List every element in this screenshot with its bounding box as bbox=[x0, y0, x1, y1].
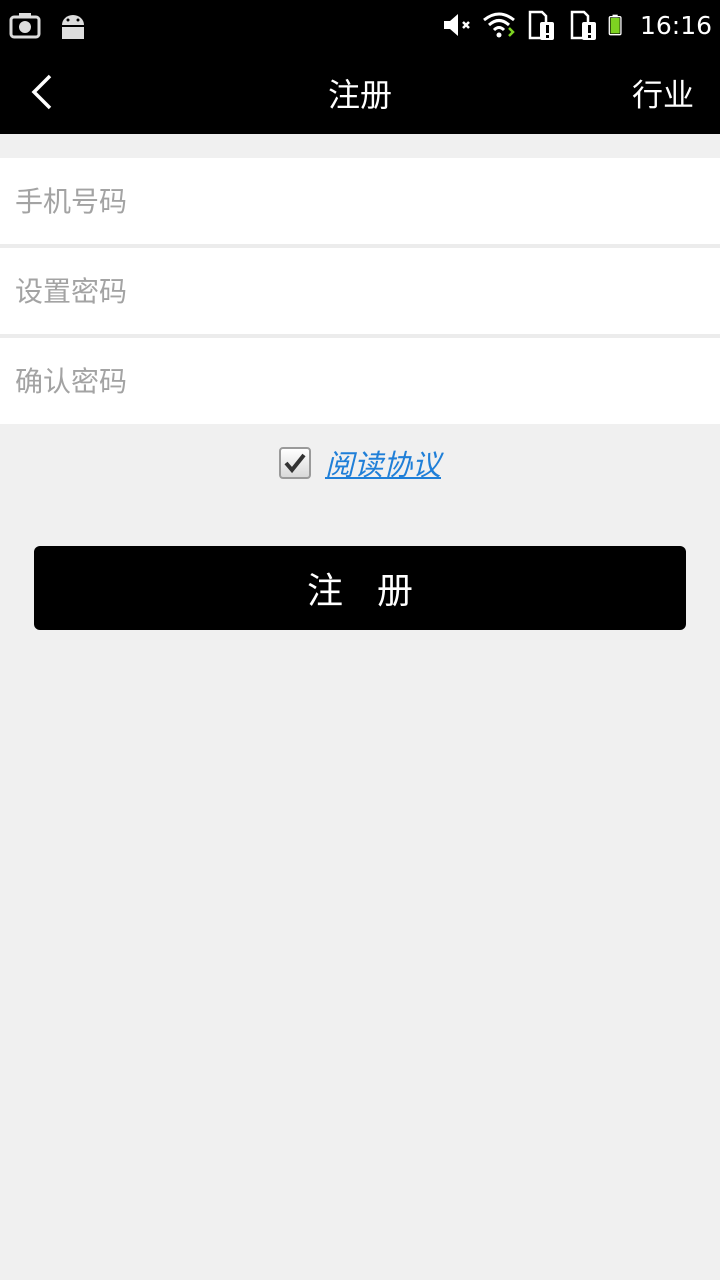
sim2-alert-icon bbox=[570, 10, 596, 40]
confirm-password-field-row bbox=[0, 338, 720, 424]
industry-button[interactable]: 行业 bbox=[632, 70, 694, 115]
title-bar: 注册 行业 bbox=[0, 50, 720, 134]
agreement-row: 阅读协议 bbox=[0, 442, 720, 484]
status-bar: 16:16 bbox=[0, 0, 720, 50]
battery-icon bbox=[608, 14, 622, 36]
register-button[interactable]: 注册 bbox=[34, 546, 686, 630]
checkmark-icon bbox=[284, 453, 306, 474]
register-form bbox=[0, 158, 720, 424]
screenshot-icon bbox=[9, 13, 41, 39]
confirm-password-input[interactable] bbox=[13, 363, 697, 399]
android-icon bbox=[62, 15, 84, 39]
wifi-icon bbox=[483, 12, 515, 38]
sim1-alert-icon bbox=[528, 10, 554, 40]
password-field-row bbox=[0, 248, 720, 338]
mute-icon bbox=[443, 14, 470, 36]
agreement-checkbox[interactable] bbox=[278, 447, 311, 479]
clock: 16:16 bbox=[639, 10, 712, 40]
phone-input[interactable] bbox=[13, 183, 697, 219]
phone-field-row bbox=[0, 158, 720, 248]
password-input[interactable] bbox=[13, 273, 697, 309]
read-agreement-link[interactable]: 阅读协议 bbox=[325, 442, 441, 484]
page-title: 注册 bbox=[327, 76, 392, 114]
